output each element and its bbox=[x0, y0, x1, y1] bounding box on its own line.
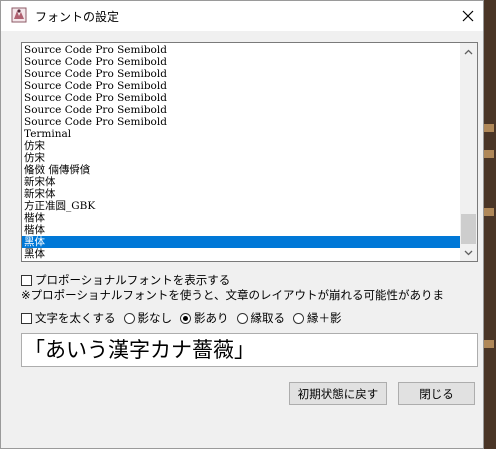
font-list-item[interactable]: 黑体 bbox=[22, 248, 461, 260]
background-mark bbox=[484, 150, 494, 158]
font-list-item[interactable]: 偹傚 倆傳僢僋 bbox=[22, 164, 461, 176]
bold-checkbox[interactable]: 文字を太くする bbox=[21, 310, 116, 326]
reset-defaults-button[interactable]: 初期状態に戻す bbox=[289, 382, 387, 405]
font-list-item[interactable]: Source Code Pro Semibold bbox=[22, 44, 461, 56]
style-options: 文字を太くする 影なし 影あり 縁取る 縁＋影 bbox=[21, 310, 350, 326]
radio-button[interactable] bbox=[236, 312, 248, 324]
window-title: フォントの設定 bbox=[35, 10, 120, 24]
checkbox-box[interactable] bbox=[21, 274, 32, 286]
font-list-item[interactable]: 仿宋 bbox=[22, 140, 461, 152]
close-window-button[interactable] bbox=[453, 1, 483, 31]
effect-radio-option[interactable]: 縁取る bbox=[236, 310, 286, 326]
effect-label: 縁取る bbox=[250, 311, 286, 325]
font-list-item[interactable]: 楷体 bbox=[22, 212, 461, 224]
chevron-up-icon bbox=[464, 49, 473, 54]
proportional-note: ※プロポーショナルフォントを使うと、文章のレイアウトが崩れる可能性がありま bbox=[21, 288, 444, 302]
font-list-item[interactable]: Source Code Pro Semibold bbox=[22, 92, 461, 104]
radio-button[interactable] bbox=[180, 312, 191, 324]
effect-radio-option[interactable]: 影あり bbox=[180, 310, 229, 326]
font-list-item[interactable]: 楷体 bbox=[22, 224, 461, 236]
effect-label: 影なし bbox=[137, 311, 173, 325]
font-list-item[interactable]: Source Code Pro Semibold bbox=[22, 104, 461, 116]
effect-radio-group: 影なし 影あり 縁取る 縁＋影 bbox=[123, 310, 350, 326]
close-button[interactable]: 閉じる bbox=[398, 382, 475, 405]
radio-button[interactable] bbox=[123, 312, 135, 324]
show-proportional-checkbox[interactable]: プロポーショナルフォントを表示する bbox=[21, 272, 230, 288]
font-preview: 「あいう漢字カナ薔薇」 bbox=[21, 333, 478, 367]
font-list-items: Source Code Pro Semibold Source Code Pro … bbox=[22, 44, 461, 260]
scroll-up-button[interactable] bbox=[460, 43, 477, 60]
font-list-item[interactable]: Terminal bbox=[22, 128, 461, 140]
font-list[interactable]: Source Code Pro Semibold Source Code Pro … bbox=[21, 42, 478, 262]
font-list-item[interactable]: 仿宋 bbox=[22, 152, 461, 164]
scroll-thumb[interactable] bbox=[461, 214, 476, 244]
background-window-edge bbox=[482, 0, 496, 449]
background-mark bbox=[484, 124, 494, 132]
app-icon bbox=[11, 7, 27, 23]
font-list-item[interactable]: 新宋体 bbox=[22, 176, 461, 188]
background-mark bbox=[484, 208, 494, 216]
font-settings-dialog: フォントの設定 Source Code Pro Semibold Source C… bbox=[0, 0, 484, 449]
font-list-item[interactable]: Source Code Pro Semibold bbox=[22, 80, 461, 92]
font-list-item[interactable]: 方正准圆_GBK bbox=[22, 200, 461, 212]
font-list-item[interactable]: Source Code Pro Semibold bbox=[22, 116, 461, 128]
radio-button[interactable] bbox=[293, 312, 304, 324]
bold-label: 文字を太くする bbox=[35, 311, 116, 325]
close-icon bbox=[462, 10, 474, 22]
background-mark bbox=[484, 340, 494, 348]
font-list-item[interactable]: 黑体 bbox=[22, 236, 461, 248]
checkbox-box[interactable] bbox=[21, 312, 32, 324]
font-list-item[interactable]: 新宋体 bbox=[22, 188, 461, 200]
effect-label: 影あり bbox=[194, 311, 229, 325]
effect-label: 縁＋影 bbox=[307, 311, 342, 325]
show-proportional-label: プロポーショナルフォントを表示する bbox=[35, 273, 231, 287]
font-list-scrollbar[interactable] bbox=[460, 43, 477, 261]
effect-radio-option[interactable]: 影なし bbox=[123, 310, 173, 326]
font-list-item[interactable]: Source Code Pro Semibold bbox=[22, 56, 461, 68]
scroll-down-button[interactable] bbox=[460, 244, 477, 261]
title-bar[interactable]: フォントの設定 bbox=[1, 1, 483, 31]
font-list-item[interactable]: Source Code Pro Semibold bbox=[22, 68, 461, 80]
effect-radio-option[interactable]: 縁＋影 bbox=[293, 310, 342, 326]
chevron-down-icon bbox=[464, 250, 473, 255]
